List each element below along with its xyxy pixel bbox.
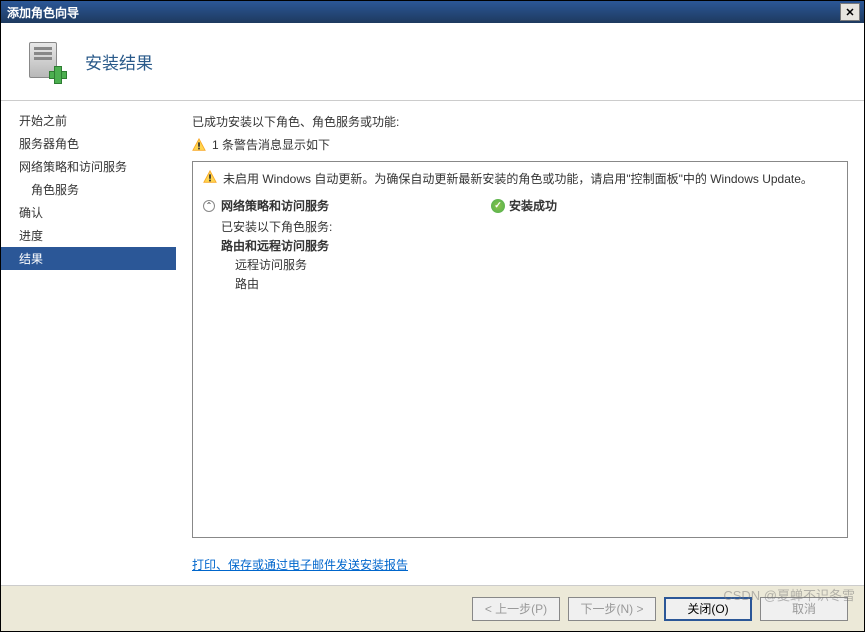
sidebar-item-network-policy[interactable]: 网络策略和访问服务 <box>1 155 176 178</box>
window-title: 添加角色向导 <box>5 4 840 21</box>
close-icon[interactable]: ✕ <box>840 3 860 21</box>
collapse-icon[interactable]: ⌃ <box>203 200 215 212</box>
prev-button: < 上一步(P) <box>472 597 560 621</box>
server-add-icon <box>25 42 65 82</box>
section-row: ⌃ 网络策略和访问服务 ✓ 安装成功 <box>203 197 837 214</box>
next-button: 下一步(N) > <box>568 597 656 621</box>
results-panel: 未启用 Windows 自动更新。为确保自动更新最新安装的角色或功能，请启用"控… <box>192 161 848 538</box>
report-link-row: 打印、保存或通过电子邮件发送安装报告 <box>192 556 848 573</box>
warning-icon <box>203 170 217 184</box>
sidebar-item-progress[interactable]: 进度 <box>1 224 176 247</box>
warning-summary-row: 1 条警告消息显示如下 <box>192 136 848 153</box>
panel-warning-row: 未启用 Windows 自动更新。为确保自动更新最新安装的角色或功能，请启用"控… <box>203 170 837 187</box>
warning-icon <box>192 138 206 152</box>
wizard-footer: < 上一步(P) 下一步(N) > 关闭(O) 取消 <box>1 585 864 631</box>
sidebar-item-role-services[interactable]: 角色服务 <box>1 178 176 201</box>
wizard-header: 安装结果 <box>1 23 864 101</box>
close-button[interactable]: 关闭(O) <box>664 597 752 621</box>
success-icon: ✓ <box>491 199 505 213</box>
wizard-body: 开始之前 服务器角色 网络策略和访问服务 角色服务 确认 进度 结果 已成功安装… <box>1 101 864 585</box>
list-item: 路由 <box>235 275 837 292</box>
report-link[interactable]: 打印、保存或通过电子邮件发送安装报告 <box>192 558 408 572</box>
panel-warning-text: 未启用 Windows 自动更新。为确保自动更新最新安装的角色或功能，请启用"控… <box>223 170 813 187</box>
content-area: 已成功安装以下角色、角色服务或功能: 1 条警告消息显示如下 未启用 Windo… <box>176 101 864 585</box>
sidebar-item-server-roles[interactable]: 服务器角色 <box>1 132 176 155</box>
titlebar: 添加角色向导 ✕ <box>1 1 864 23</box>
page-title: 安装结果 <box>85 49 153 74</box>
sidebar-item-confirm[interactable]: 确认 <box>1 201 176 224</box>
installed-label: 已安装以下角色服务: <box>221 218 837 235</box>
sidebar-item-begin[interactable]: 开始之前 <box>1 109 176 132</box>
cancel-button: 取消 <box>760 597 848 621</box>
success-message: 已成功安装以下角色、角色服务或功能: <box>192 113 848 130</box>
list-item: 路由和远程访问服务 <box>221 237 837 254</box>
list-item: 远程访问服务 <box>235 256 837 273</box>
section-title: 网络策略和访问服务 <box>221 197 491 214</box>
status-badge: ✓ 安装成功 <box>491 197 557 214</box>
wizard-sidebar: 开始之前 服务器角色 网络策略和访问服务 角色服务 确认 进度 结果 <box>1 101 176 585</box>
warning-summary-text: 1 条警告消息显示如下 <box>212 136 330 153</box>
status-text: 安装成功 <box>509 197 557 214</box>
sidebar-item-results[interactable]: 结果 <box>1 247 176 270</box>
